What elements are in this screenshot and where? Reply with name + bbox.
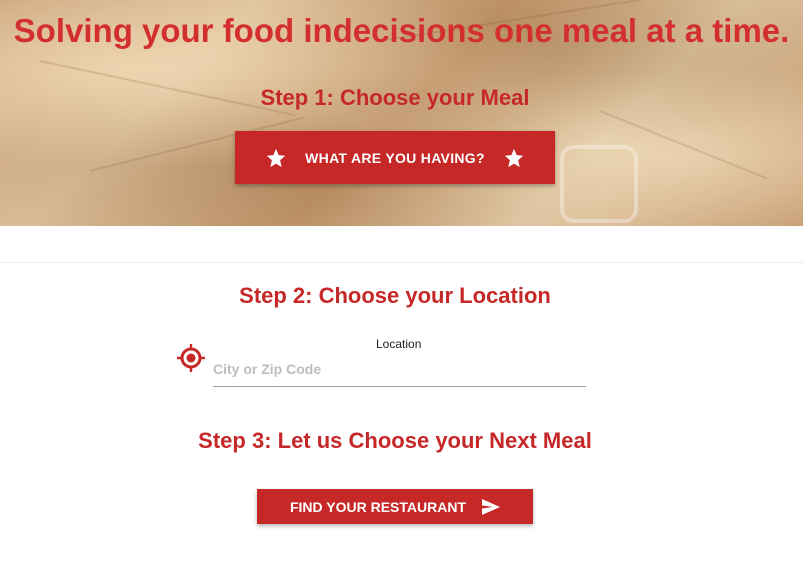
find-restaurant-label: FIND YOUR RESTAURANT bbox=[289, 498, 467, 515]
send-icon bbox=[482, 498, 501, 515]
star-icon bbox=[504, 148, 524, 167]
section-divider bbox=[0, 262, 803, 263]
target-location-icon[interactable] bbox=[176, 343, 206, 373]
find-restaurant-button[interactable]: FIND YOUR RESTAURANT bbox=[257, 489, 533, 524]
step2-heading: Step 2: Choose your Location bbox=[239, 283, 551, 308]
watermark-graphic bbox=[560, 145, 638, 223]
what-are-you-having-label: WHAT ARE YOU HAVING? bbox=[305, 149, 485, 166]
location-label: Location bbox=[376, 337, 422, 351]
hero-banner: Solving your food indecisions one meal a… bbox=[0, 0, 803, 226]
step1-heading: Step 1: Choose your Meal bbox=[260, 85, 530, 110]
star-icon bbox=[266, 148, 286, 167]
hero-title: Solving your food indecisions one meal a… bbox=[13, 12, 790, 49]
location-input[interactable] bbox=[213, 352, 586, 387]
what-are-you-having-button[interactable]: WHAT ARE YOU HAVING? bbox=[235, 131, 555, 184]
step3-heading: Step 3: Let us Choose your Next Meal bbox=[198, 428, 592, 453]
